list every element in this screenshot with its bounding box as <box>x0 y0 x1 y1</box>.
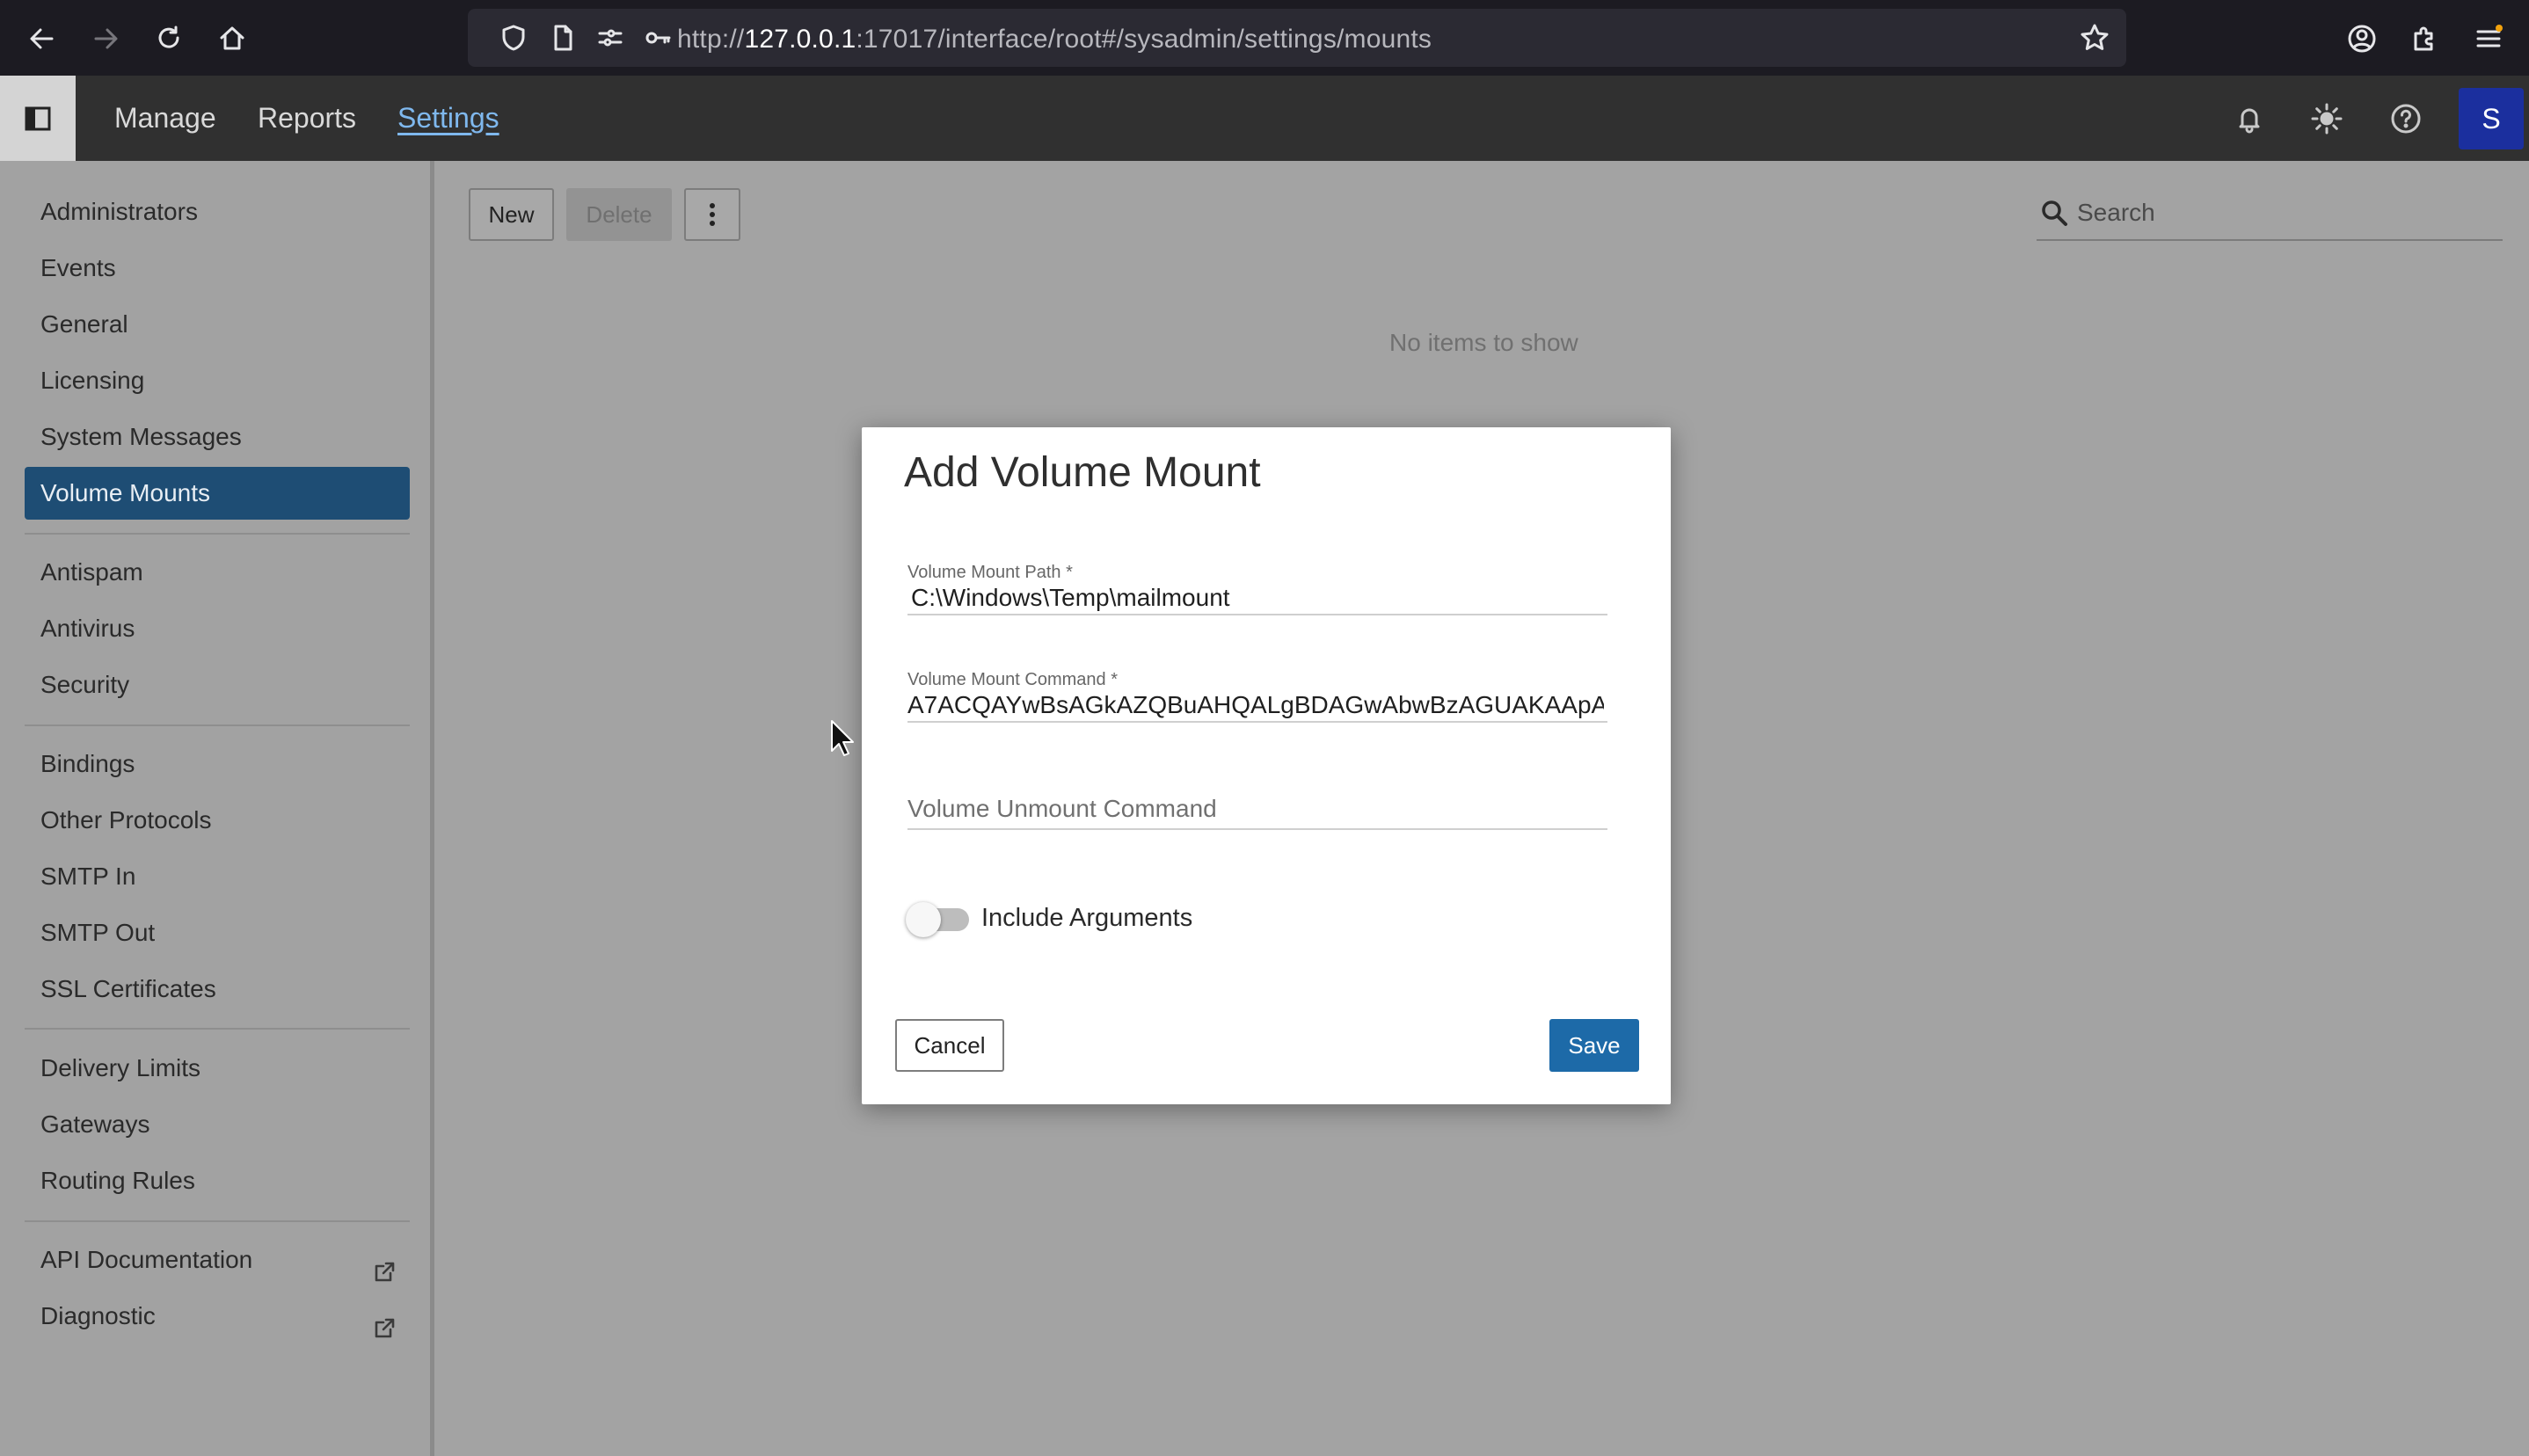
sidebar-item-gateways[interactable]: Gateways <box>25 1098 410 1151</box>
sidebar-item-bindings[interactable]: Bindings <box>25 738 410 790</box>
unmount-command-field <box>907 775 1607 830</box>
url-bar[interactable]: http://127.0.0.1:17017/interface/root#/s… <box>468 9 2126 67</box>
sidebar-divider <box>25 724 410 726</box>
save-button[interactable]: Save <box>1549 1019 1639 1072</box>
sidebar-item-label: API Documentation <box>40 1246 253 1273</box>
bell-icon[interactable] <box>2227 97 2271 141</box>
nav-manage[interactable]: Manage <box>114 102 216 135</box>
sidebar-item-label: Diagnostic <box>40 1302 156 1329</box>
empty-list-message: No items to show <box>1389 329 1578 356</box>
external-link-icon <box>373 1249 396 1282</box>
extensions-icon[interactable] <box>2404 18 2446 60</box>
sidebar-item-other-protocols[interactable]: Other Protocols <box>25 794 410 847</box>
settings-sidebar: Administrators Events General Licensing … <box>0 161 434 1456</box>
sidebar-divider <box>25 1028 410 1030</box>
menu-icon[interactable] <box>2467 18 2510 60</box>
nav-reports[interactable]: Reports <box>258 102 356 135</box>
app-header: Manage Reports Settings S <box>0 76 2529 161</box>
forward-icon[interactable] <box>84 18 127 60</box>
mouse-cursor-icon <box>831 720 854 756</box>
sidebar-item-routing-rules[interactable]: Routing Rules <box>25 1154 410 1207</box>
key-icon[interactable] <box>642 22 674 54</box>
reload-icon[interactable] <box>148 18 190 60</box>
page-icon[interactable] <box>547 22 579 54</box>
add-volume-mount-dialog: Add Volume Mount Volume Mount Path * Vol… <box>862 427 1671 1104</box>
sidebar-item-api-documentation[interactable]: API Documentation <box>25 1234 410 1286</box>
shield-icon[interactable] <box>498 22 529 54</box>
external-link-icon <box>373 1306 396 1338</box>
sidebar-item-general[interactable]: General <box>25 298 410 351</box>
delete-button[interactable]: Delete <box>566 188 672 241</box>
search-box <box>2037 186 2503 241</box>
sidebar-item-administrators[interactable]: Administrators <box>25 186 410 238</box>
mount-command-input[interactable] <box>907 689 1607 721</box>
bookmark-star-icon[interactable] <box>2079 22 2110 54</box>
sidebar-item-volume-mounts[interactable]: Volume Mounts <box>25 467 410 520</box>
more-options-button[interactable] <box>684 188 740 241</box>
url-text[interactable]: http://127.0.0.1:17017/interface/root#/s… <box>677 25 1432 55</box>
help-icon[interactable] <box>2384 97 2428 141</box>
search-input[interactable] <box>2077 193 2490 232</box>
sidebar-toggle-icon[interactable] <box>0 76 76 161</box>
new-button[interactable]: New <box>469 188 554 241</box>
browser-toolbar: http://127.0.0.1:17017/interface/root#/s… <box>0 0 2529 76</box>
sidebar-item-licensing[interactable]: Licensing <box>25 354 410 407</box>
include-arguments-label: Include Arguments <box>981 904 1193 932</box>
account-icon[interactable] <box>2341 18 2383 60</box>
mount-path-input[interactable] <box>907 582 1607 614</box>
sidebar-item-antispam[interactable]: Antispam <box>25 546 410 599</box>
more-vertical-icon <box>710 203 715 226</box>
search-icon <box>2040 199 2070 229</box>
sidebar-item-events[interactable]: Events <box>25 242 410 295</box>
sidebar-item-delivery-limits[interactable]: Delivery Limits <box>25 1042 410 1095</box>
dialog-title: Add Volume Mount <box>904 449 1261 496</box>
permissions-icon[interactable] <box>594 22 626 54</box>
cancel-button[interactable]: Cancel <box>895 1019 1004 1072</box>
avatar[interactable]: S <box>2459 88 2524 149</box>
sidebar-item-ssl-certificates[interactable]: SSL Certificates <box>25 963 410 1016</box>
sidebar-divider <box>25 533 410 535</box>
home-icon[interactable] <box>211 18 253 60</box>
back-icon[interactable] <box>21 18 63 60</box>
sidebar-item-security[interactable]: Security <box>25 659 410 711</box>
mount-path-field: Volume Mount Path * <box>907 561 1607 615</box>
mount-path-label: Volume Mount Path * <box>907 563 1073 582</box>
mount-command-label: Volume Mount Command * <box>907 670 1119 689</box>
sidebar-item-antivirus[interactable]: Antivirus <box>25 602 410 655</box>
sidebar-item-system-messages[interactable]: System Messages <box>25 411 410 463</box>
sidebar-item-smtp-in[interactable]: SMTP In <box>25 850 410 903</box>
sidebar-item-diagnostic[interactable]: Diagnostic <box>25 1290 410 1343</box>
mount-command-field: Volume Mount Command * <box>907 668 1607 723</box>
theme-sun-icon[interactable] <box>2305 97 2349 141</box>
toggle-knob <box>906 902 941 937</box>
sidebar-divider <box>25 1220 410 1222</box>
unmount-command-input[interactable] <box>907 791 1607 826</box>
sidebar-item-smtp-out[interactable]: SMTP Out <box>25 906 410 959</box>
nav-settings[interactable]: Settings <box>397 102 499 135</box>
